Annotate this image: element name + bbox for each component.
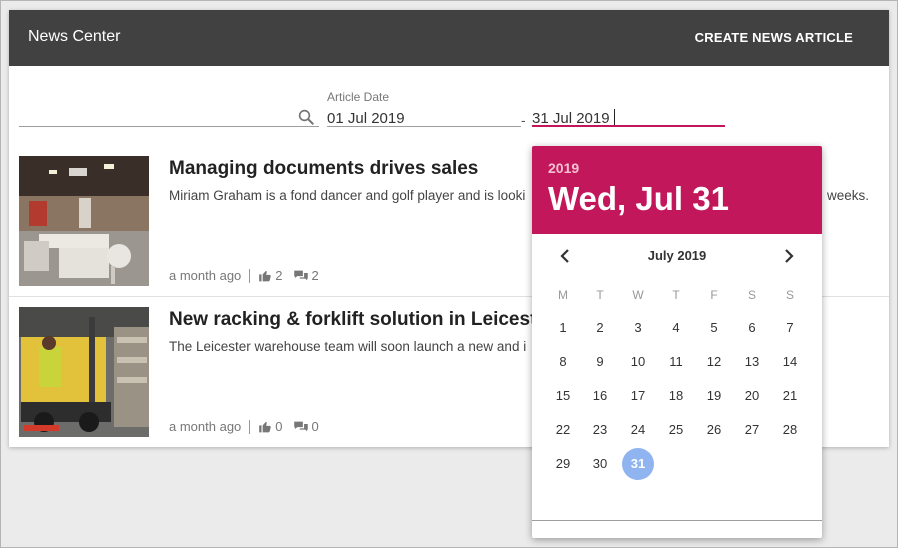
- calendar-day[interactable]: 17: [622, 380, 654, 412]
- calendar-day[interactable]: 2: [584, 312, 616, 344]
- calendar-day[interactable]: 21: [774, 380, 806, 412]
- calendar-day[interactable]: 27: [736, 414, 768, 446]
- comments-count: 0: [311, 419, 319, 434]
- calendar-day[interactable]: 10: [622, 346, 654, 378]
- likes-count: 2: [275, 268, 283, 283]
- meta-divider: [249, 268, 251, 283]
- calendar-day[interactable]: 22: [547, 414, 579, 446]
- calendar-day[interactable]: 5: [698, 312, 730, 344]
- date-from-underline: [327, 126, 521, 127]
- article-thumbnail-forklift[interactable]: [19, 307, 149, 437]
- calendar-day[interactable]: 7: [774, 312, 806, 344]
- calendar-day[interactable]: 26: [698, 414, 730, 446]
- weekday-label: T: [596, 288, 604, 302]
- article-title[interactable]: New racking & forklift solution in Leice…: [169, 309, 536, 331]
- calendar-day[interactable]: 9: [584, 346, 616, 378]
- page-title: News Center: [28, 28, 121, 45]
- calendar-day[interactable]: 20: [736, 380, 768, 412]
- date-picker-selected-date: Wed, Jul 31: [548, 180, 729, 217]
- weekday-label: S: [785, 288, 794, 302]
- article-meta: a month ago 2 2: [169, 268, 329, 283]
- calendar-day-selected[interactable]: 31: [622, 448, 654, 480]
- date-picker-header: 2019 Wed, Jul 31: [532, 146, 822, 234]
- date-picker-popup: 2019 Wed, Jul 31 July 2019 MTWTFSS 12345…: [532, 146, 822, 538]
- top-bar: News Center CREATE NEWS ARTICLE: [9, 10, 889, 66]
- weekday-label: T: [672, 288, 680, 302]
- date-picker-footer-line: [532, 520, 822, 521]
- thumbs-up-icon[interactable]: [258, 420, 272, 433]
- calendar-day[interactable]: 30: [584, 448, 616, 480]
- weekday-label: S: [747, 288, 756, 302]
- calendar-day[interactable]: 18: [660, 380, 692, 412]
- calendar-day[interactable]: 6: [736, 312, 768, 344]
- calendar-day[interactable]: 25: [660, 414, 692, 446]
- date-to-underline-focused: [532, 125, 725, 127]
- weekday-label: W: [632, 288, 644, 302]
- article-description-text: Miriam Graham is a fond dancer and golf …: [169, 188, 526, 203]
- create-news-article-button[interactable]: CREATE NEWS ARTICLE: [695, 30, 853, 45]
- calendar-day[interactable]: 23: [584, 414, 616, 446]
- chevron-right-icon[interactable]: [778, 246, 798, 266]
- calendar-day[interactable]: 8: [547, 346, 579, 378]
- article-age: a month ago: [169, 268, 242, 283]
- calendar-day[interactable]: 13: [736, 346, 768, 378]
- comments-icon[interactable]: [293, 420, 309, 433]
- calendar-day[interactable]: 1: [547, 312, 579, 344]
- comments-count: 2: [311, 268, 319, 283]
- thumbs-up-icon[interactable]: [258, 269, 272, 282]
- date-from-input[interactable]: [327, 108, 521, 128]
- calendar-day[interactable]: 3: [622, 312, 654, 344]
- article-title[interactable]: Managing documents drives sales: [169, 158, 478, 180]
- calendar-day[interactable]: 19: [698, 380, 730, 412]
- date-range-separator: -: [521, 112, 526, 128]
- article-age: a month ago: [169, 419, 242, 434]
- meta-divider: [249, 419, 251, 434]
- calendar-day[interactable]: 12: [698, 346, 730, 378]
- weekday-label: F: [710, 288, 718, 302]
- likes-count: 0: [275, 419, 283, 434]
- calendar-day[interactable]: 24: [622, 414, 654, 446]
- calendar-day[interactable]: 14: [774, 346, 806, 378]
- article-date-label: Article Date: [327, 90, 390, 104]
- calendar-day[interactable]: 11: [660, 346, 692, 378]
- article-thumbnail-office[interactable]: [19, 156, 149, 286]
- comments-icon[interactable]: [293, 269, 309, 282]
- article-meta: a month ago 0 0: [169, 419, 329, 434]
- calendar-day[interactable]: 28: [774, 414, 806, 446]
- app-frame: News Center CREATE NEWS ARTICLE Article …: [0, 0, 898, 548]
- date-picker-year[interactable]: 2019: [548, 160, 579, 176]
- calendar-day[interactable]: 29: [547, 448, 579, 480]
- search-field-underline: [19, 126, 319, 127]
- text-cursor: [614, 109, 615, 126]
- filter-row: Article Date -: [9, 66, 889, 136]
- search-icon[interactable]: [297, 108, 315, 126]
- calendar-day[interactable]: 4: [660, 312, 692, 344]
- article-description-tail: weeks.: [827, 188, 870, 203]
- calendar-day[interactable]: 16: [584, 380, 616, 412]
- calendar-day[interactable]: 15: [547, 380, 579, 412]
- weekday-label: M: [558, 288, 568, 302]
